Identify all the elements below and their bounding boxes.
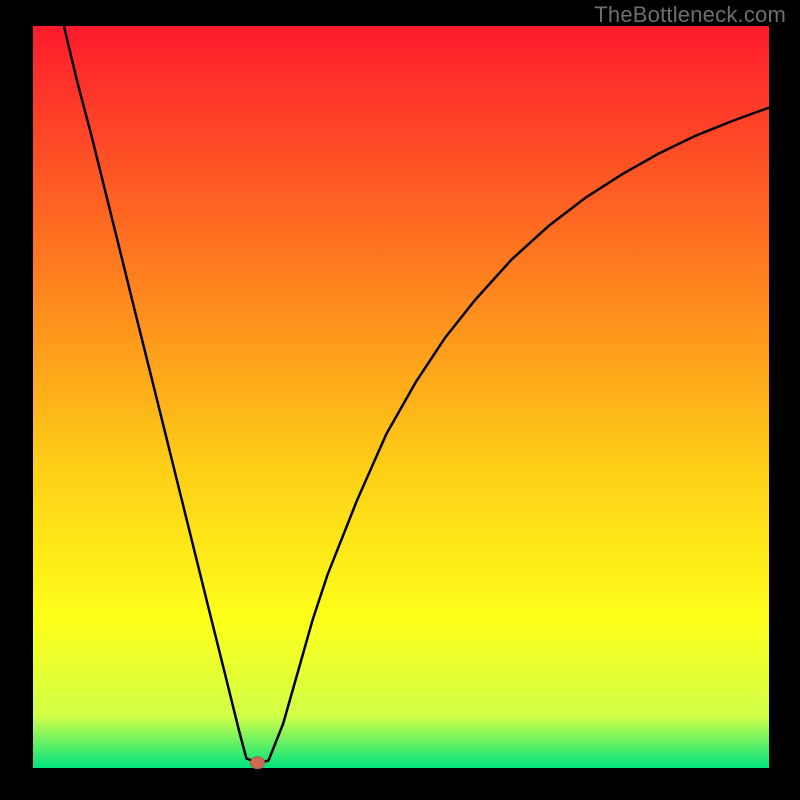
- bottleneck-chart: [0, 0, 800, 800]
- minimum-marker: [251, 757, 265, 769]
- plot-background: [33, 26, 769, 768]
- chart-stage: TheBottleneck.com: [0, 0, 800, 800]
